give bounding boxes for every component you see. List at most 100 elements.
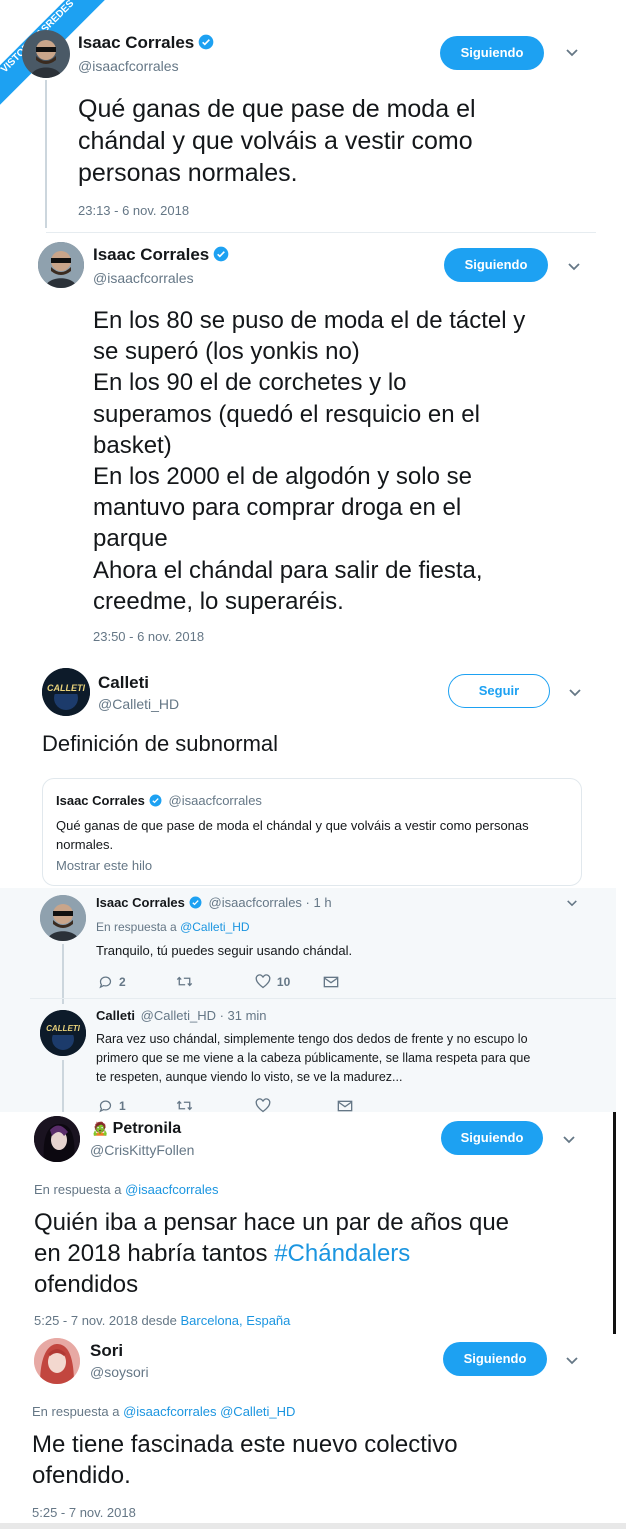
author-name[interactable]: Petronila <box>113 1120 181 1137</box>
reply-count: 2 <box>119 974 126 989</box>
envelope-icon <box>324 976 339 988</box>
following-button[interactable]: Siguiendo <box>441 1121 543 1155</box>
edge-bar <box>613 1112 616 1334</box>
reply-handle-time[interactable]: @Calleti_HD · 31 min <box>141 1008 267 1023</box>
reply-prefix: En respuesta a <box>96 920 177 934</box>
timestamp[interactable]: 5:25 - 7 nov. 2018 desde <box>34 1313 177 1328</box>
tweet-text-line: ofendidos <box>34 1271 139 1298</box>
reply-count: 1 <box>119 1098 126 1113</box>
reply-author-name[interactable]: Isaac Corrales <box>96 895 185 910</box>
author-name[interactable]: Isaac Corrales <box>93 245 209 264</box>
place-separator: , <box>239 1313 243 1328</box>
author-name[interactable]: Isaac Corrales <box>78 33 194 52</box>
avatar[interactable]: CALLETI <box>40 1010 86 1056</box>
reply-to-link[interactable]: @Calleti_HD <box>180 920 250 934</box>
place-link[interactable]: Barcelona <box>181 1313 240 1328</box>
tweet-text-line: chándal y que volváis a vestir como <box>78 127 473 155</box>
frame-bottom <box>0 1523 626 1529</box>
tweet-text-line: ofendido. <box>32 1462 131 1489</box>
name-emoji: 🧟 <box>92 1121 109 1136</box>
reply-action[interactable]: 2 <box>98 973 152 991</box>
thread-line <box>62 944 64 1004</box>
reply-handle-time[interactable]: @isaacfcorrales · 1 h <box>209 895 332 910</box>
chevron-down-icon[interactable] <box>565 1356 579 1366</box>
reply-author-name[interactable]: Calleti <box>96 1008 135 1023</box>
hashtag-link[interactable]: #Chándalers <box>274 1240 410 1267</box>
timestamp[interactable]: 23:50 - 6 nov. 2018 <box>93 629 204 644</box>
retweet-icon <box>177 1100 193 1111</box>
quoted-text-line: Qué ganas de que pase de moda el chándal… <box>56 818 529 833</box>
quoted-text-line: normales. <box>56 837 114 852</box>
tweet-text-line: Me tiene fascinada este nuevo colectivo <box>32 1431 458 1458</box>
dm-action[interactable] <box>337 1097 353 1115</box>
tweet-text-line: mantuvo para comprar droga en el <box>93 494 462 522</box>
reply-prefix: En respuesta a <box>32 1404 120 1419</box>
author-handle[interactable]: @isaacfcorrales <box>93 270 194 286</box>
reply-icon <box>99 1100 112 1113</box>
avatar[interactable] <box>22 30 70 78</box>
tweet-text-line: personas normales. <box>78 159 298 187</box>
verified-badge-icon <box>213 246 229 262</box>
reply-to-link[interactable]: @isaacfcorrales <box>123 1404 216 1419</box>
following-button[interactable]: Siguiendo <box>444 248 548 282</box>
tweet-text-line: Quién iba a pensar hace un par de años q… <box>34 1209 510 1236</box>
chevron-down-icon[interactable] <box>566 899 578 908</box>
quoted-tweet[interactable]: Isaac Corrales @isaacfcorrales Qué ganas… <box>42 778 582 886</box>
reply-text-line: Rara vez uso chándal, simplemente tengo … <box>96 1032 528 1046</box>
following-button[interactable]: Siguiendo <box>443 1342 547 1376</box>
reply-icon <box>99 976 112 989</box>
avatar-logo-text: CALLETI <box>47 683 85 693</box>
tweet-text-segment: en 2018 habría tantos <box>34 1240 268 1267</box>
reply-action[interactable]: 1 <box>98 1097 152 1115</box>
avatar[interactable] <box>34 1338 80 1384</box>
reply-prefix: En respuesta a <box>34 1182 122 1197</box>
timestamp[interactable]: 5:25 - 7 nov. 2018 <box>32 1505 136 1520</box>
like-action[interactable] <box>255 1097 329 1115</box>
thread-line <box>45 80 47 228</box>
timestamp[interactable]: 23:13 - 6 nov. 2018 <box>78 203 189 218</box>
tweet-text-line: Ahora el chándal para salir de fiesta, <box>93 556 483 584</box>
heart-icon <box>255 974 271 989</box>
tweet-text-line: basket) <box>93 431 172 459</box>
author-name[interactable]: Calleti <box>98 673 149 693</box>
verified-badge-icon <box>149 794 162 807</box>
avatar[interactable]: CALLETI <box>42 668 90 716</box>
avatar-logo-text: CALLETI <box>46 1024 80 1033</box>
quoted-author-name: Isaac Corrales <box>56 793 145 808</box>
reply-to-link[interactable]: @Calleti_HD <box>220 1404 295 1419</box>
retweet-action[interactable] <box>176 1097 250 1115</box>
reply-text: Tranquilo, tú puedes seguir usando chánd… <box>96 943 353 958</box>
chevron-down-icon[interactable] <box>568 688 582 698</box>
tweet-text-line: En los 80 se puso de moda el de táctel y <box>93 307 526 334</box>
avatar[interactable] <box>38 242 84 288</box>
author-handle[interactable]: @isaacfcorrales <box>78 58 179 74</box>
author-handle[interactable]: @soysori <box>90 1364 149 1380</box>
retweet-icon <box>177 976 193 987</box>
like-count: 10 <box>276 974 291 989</box>
follow-button[interactable]: Seguir <box>448 674 550 708</box>
dm-action[interactable] <box>323 973 339 991</box>
divider <box>30 998 616 999</box>
author-handle[interactable]: @Calleti_HD <box>98 696 179 712</box>
like-action[interactable]: 10 <box>255 973 315 991</box>
show-thread-link[interactable]: Mostrar este hilo <box>56 858 152 873</box>
reply-to-link[interactable]: @isaacfcorrales <box>125 1182 218 1197</box>
chevron-down-icon[interactable] <box>562 1135 576 1145</box>
tweet-text-line: superamos (quedó el resquicio en el <box>93 400 480 428</box>
following-button[interactable]: Siguiendo <box>440 36 544 70</box>
country-link[interactable]: España <box>246 1313 290 1328</box>
tweet-text-line: Qué ganas de que pase de moda el <box>78 95 476 123</box>
heart-icon <box>255 1098 271 1113</box>
envelope-icon <box>338 1100 353 1112</box>
avatar[interactable] <box>34 1116 80 1162</box>
chevron-down-icon[interactable] <box>567 262 581 272</box>
retweet-action[interactable] <box>176 973 250 991</box>
reply-text-line: primero que se me viene a la cabeza públ… <box>96 1051 531 1065</box>
quoted-author-handle: @isaacfcorrales <box>168 793 262 808</box>
tweet-text-line: En los 90 el de corchetes y lo <box>93 369 407 397</box>
avatar[interactable] <box>40 895 86 941</box>
author-name[interactable]: Sori <box>90 1341 123 1361</box>
author-handle[interactable]: @CrisKittyFollen <box>90 1142 194 1158</box>
chevron-down-icon[interactable] <box>565 48 579 58</box>
verified-badge-icon <box>198 34 214 50</box>
